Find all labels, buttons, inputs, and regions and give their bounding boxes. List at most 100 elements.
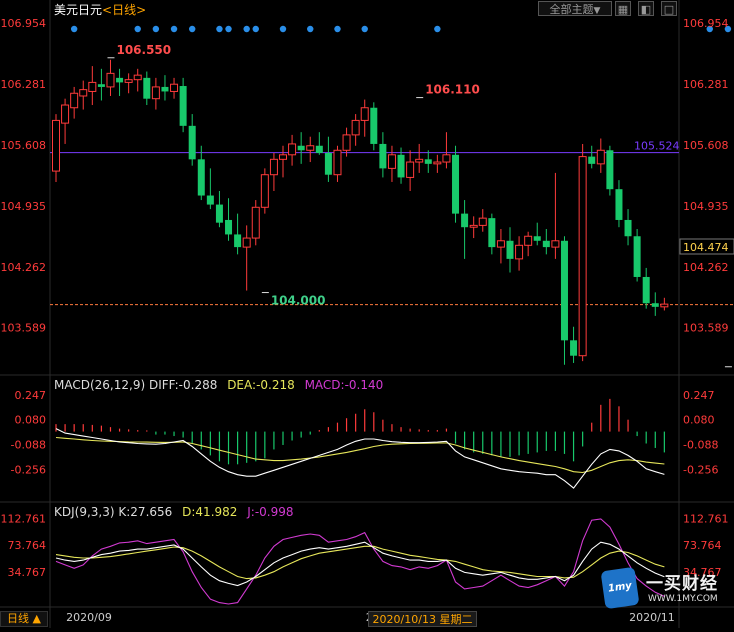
macd-tick-left: -0.256 (11, 464, 46, 477)
candle-body-down (116, 78, 123, 83)
signal-dot (135, 26, 141, 32)
candle-body-down (561, 241, 568, 341)
maximize-icon: □ (664, 3, 674, 16)
candle-body-down (615, 189, 622, 220)
candle-body-up (343, 135, 350, 150)
kdj-j-value: -0.998 (255, 505, 294, 519)
candle-body-down (98, 84, 105, 87)
time-axis-label: 2020/09 (66, 611, 112, 624)
macd-diff-label: DIFF: (149, 378, 179, 392)
theme-dropdown-label: 全部主题 (550, 3, 594, 16)
kdj-k-value: 27.656 (130, 505, 172, 519)
kdj-tick-left: 73.764 (8, 539, 47, 552)
macd-tick-left: 0.247 (15, 389, 47, 402)
price-tick-right: 104.935 (683, 200, 729, 213)
signal-dot (225, 26, 231, 32)
chart-canvas: 106.954106.954106.281106.281105.608105.6… (0, 0, 734, 628)
candle-body-up (416, 159, 423, 162)
kdj-d-line (56, 546, 664, 578)
candle-body-down (570, 340, 577, 355)
kdj-d-label: D: (182, 505, 195, 519)
candle-body-up (71, 93, 78, 107)
brand-url: WWW.1MY.COM (648, 594, 718, 604)
candle-body-down (643, 277, 650, 303)
last-price-value: 104.474 (683, 241, 729, 254)
candle-body-down (207, 196, 214, 205)
candle-body-up (470, 225, 477, 227)
candle-body-down (316, 146, 323, 153)
candle-body-down (216, 205, 223, 223)
candle-body-up (552, 241, 559, 247)
candle-body-up (579, 157, 586, 356)
restore-button[interactable]: ◧ (638, 1, 654, 16)
candle-body-down (398, 155, 405, 178)
signal-dot (189, 26, 195, 32)
candle-body-up (497, 241, 504, 247)
signal-dot (171, 26, 177, 32)
candle-body-up (107, 73, 114, 87)
instrument-name: 美元日元 (54, 3, 102, 17)
candle-body-down (543, 241, 550, 247)
price-tick-right: 104.262 (683, 261, 729, 274)
macd-tick-right: -0.088 (683, 439, 718, 452)
candle-body-up (479, 218, 486, 225)
candle-body-up (270, 159, 277, 174)
macd-tick-right: 0.247 (683, 389, 715, 402)
candle-body-down (425, 159, 432, 164)
signal-dot (307, 26, 313, 32)
chart-header: 美元日元<日线> (54, 1, 146, 18)
candle-body-up (407, 162, 414, 177)
theme-dropdown[interactable]: 全部主题▼ (538, 1, 612, 16)
macd-dea-value: -0.218 (256, 378, 295, 392)
restore-icon: ◧ (641, 3, 651, 16)
crosshair-date-label: 2020/10/13 星期二 (368, 611, 477, 627)
candle-body-up (62, 105, 69, 123)
candle-body-up (134, 75, 141, 80)
candle-body-down (189, 126, 196, 159)
kdj-d-value: 41.982 (195, 505, 237, 519)
candle-body-up (525, 236, 532, 245)
signal-dot (153, 26, 159, 32)
candle-body-up (597, 150, 604, 164)
candle-body-up (516, 245, 523, 259)
kdj-k-label: K: (118, 505, 130, 519)
candle-body-down (461, 214, 468, 228)
candle-body-down (488, 218, 495, 247)
chart-window: 106.954106.954106.281106.281105.608105.6… (0, 0, 734, 628)
candle-body-up (53, 120, 60, 171)
candle-body-down (198, 159, 205, 195)
macd-header: MACD(26,12,9) DIFF:-0.288 DEA:-0.218 MAC… (54, 378, 383, 392)
price-tick-left: 105.608 (1, 139, 47, 152)
candle-body-up (352, 120, 359, 134)
signal-dot (362, 26, 368, 32)
grid-layout-button[interactable]: ▦ (615, 1, 631, 16)
macd-tick-left: -0.088 (11, 439, 46, 452)
high-label: 106.550 (116, 43, 171, 57)
macd-dea-label: DEA: (227, 378, 256, 392)
signal-dot (280, 26, 286, 32)
signal-dot (434, 26, 440, 32)
chevron-down-icon: ▼ (594, 6, 601, 16)
signal-dot (216, 26, 222, 32)
candle-body-down (588, 157, 595, 164)
candle-body-up (252, 207, 259, 238)
candle-body-up (89, 82, 96, 91)
brand-name: 一买财经 (646, 569, 718, 594)
period-tab[interactable]: 日线 ▲ (0, 611, 48, 627)
signal-dot (71, 26, 77, 32)
candle-body-up (443, 155, 450, 162)
candle-body-down (534, 236, 541, 241)
kdj-tick-right: 112.761 (683, 512, 729, 525)
price-tick-left: 104.935 (1, 200, 47, 213)
maximize-button[interactable]: □ (661, 1, 677, 16)
candle-body-down (634, 236, 641, 277)
period-selector[interactable]: <日线> (102, 3, 146, 17)
candle-body-down (180, 86, 187, 126)
macd-diff-value: -0.288 (179, 378, 218, 392)
time-axis-label: 2020/11 (629, 611, 675, 624)
candle-body-up (280, 155, 287, 160)
reference-level-label: 105.524 (634, 140, 680, 153)
candle-body-down (225, 220, 232, 234)
candle-body-down (325, 153, 332, 175)
price-tick-left: 103.589 (1, 322, 47, 335)
